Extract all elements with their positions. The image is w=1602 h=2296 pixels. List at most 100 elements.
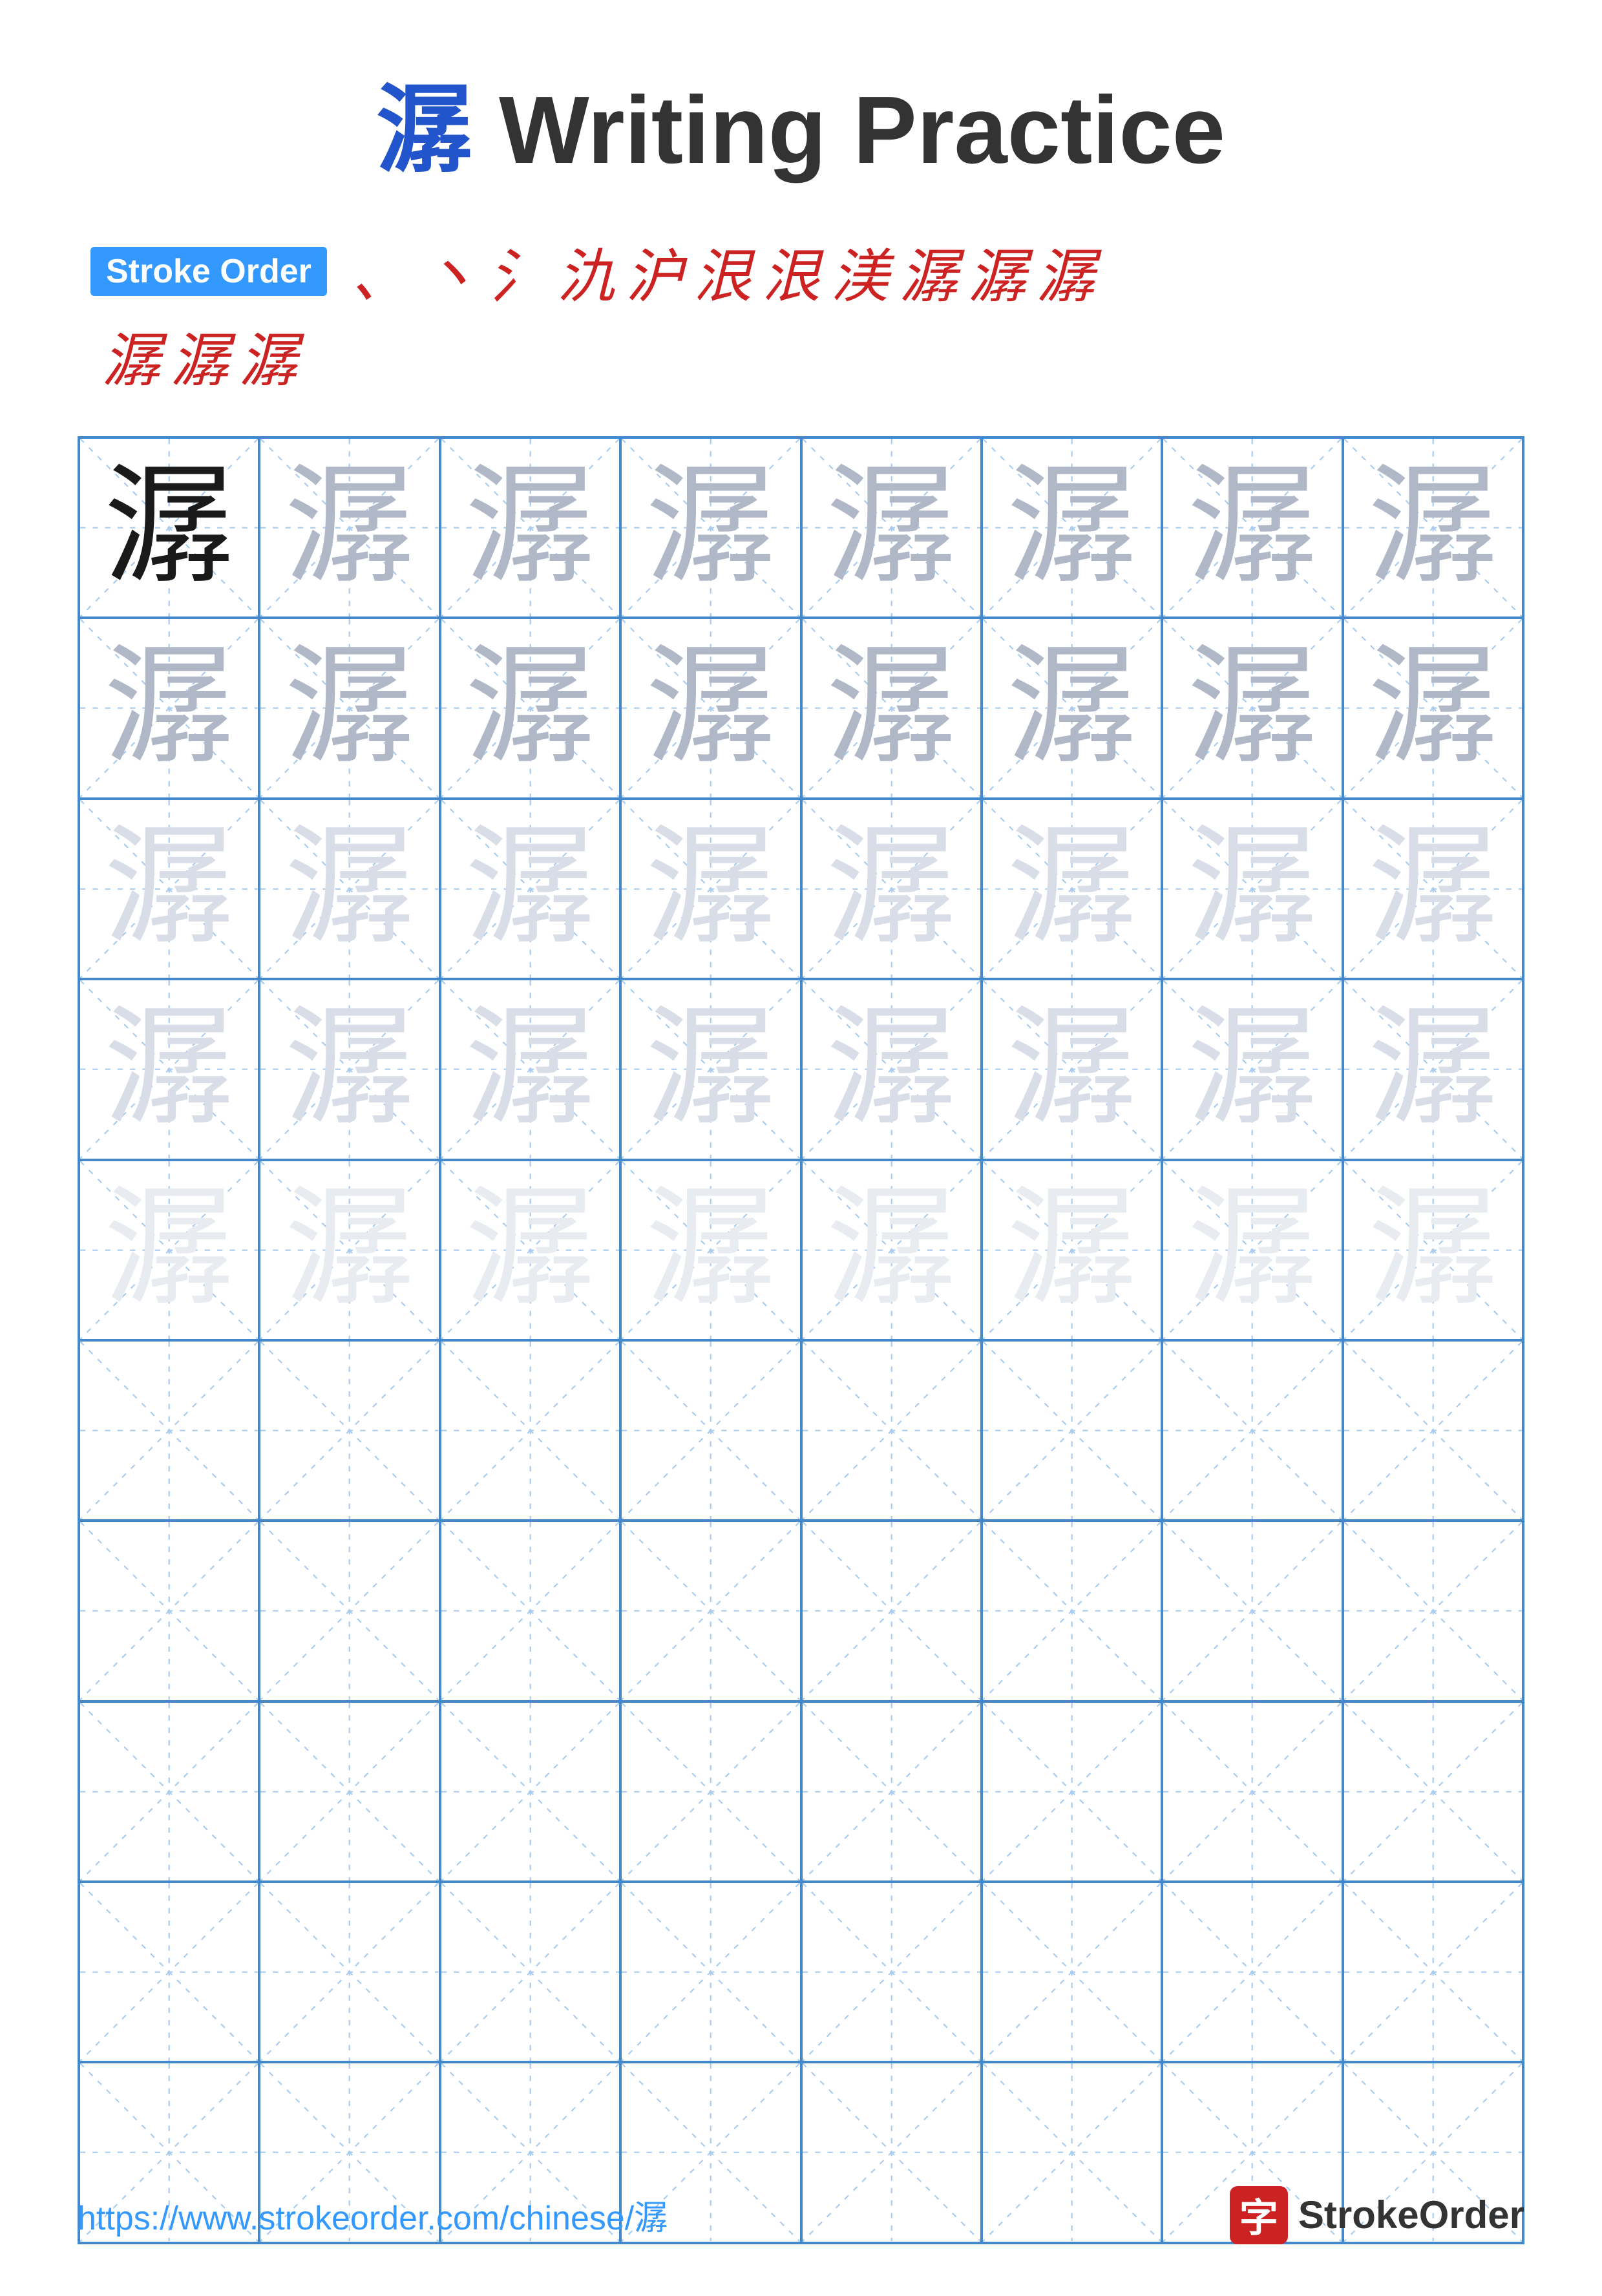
grid-cell[interactable]: 潺: [1162, 1160, 1342, 1340]
grid-row-8: [79, 1701, 1523, 1882]
stroke-char-3: 氵: [489, 229, 547, 313]
stroke-order-row2: 潺 潺 潺: [90, 313, 1524, 397]
empty-grid-cell[interactable]: [79, 1882, 259, 2062]
grid-cell[interactable]: 潺: [801, 979, 982, 1159]
practice-char: 潺: [1007, 1005, 1137, 1134]
empty-grid-cell[interactable]: [440, 1340, 620, 1521]
title-chinese-char: 潺: [377, 78, 472, 184]
empty-grid-cell[interactable]: [79, 1701, 259, 1882]
grid-cell[interactable]: 潺: [440, 799, 620, 979]
practice-char: 潺: [827, 1005, 956, 1134]
grid-cell[interactable]: 潺: [1162, 799, 1342, 979]
practice-char: 潺: [285, 644, 414, 773]
empty-grid-cell[interactable]: [1162, 1882, 1342, 2062]
grid-cell[interactable]: 潺: [801, 799, 982, 979]
practice-char: 潺: [646, 1185, 775, 1314]
grid-cell[interactable]: 潺: [79, 618, 259, 798]
empty-grid-cell[interactable]: [259, 1701, 439, 1882]
grid-cell[interactable]: 潺: [801, 1160, 982, 1340]
empty-grid-cell[interactable]: [440, 1521, 620, 1701]
grid-cell[interactable]: 潺: [1343, 799, 1523, 979]
practice-char: 潺: [1368, 1185, 1497, 1314]
grid-cell[interactable]: 潺: [79, 437, 259, 618]
grid-cell[interactable]: 潺: [1343, 979, 1523, 1159]
grid-cell[interactable]: 潺: [982, 979, 1162, 1159]
empty-grid-cell[interactable]: [1343, 1340, 1523, 1521]
empty-grid-cell[interactable]: [1343, 1882, 1523, 2062]
grid-cell[interactable]: 潺: [1162, 437, 1342, 618]
empty-grid-cell[interactable]: [79, 1340, 259, 1521]
empty-grid-cell[interactable]: [620, 1521, 801, 1701]
grid-cell[interactable]: 潺: [440, 979, 620, 1159]
practice-char: 潺: [105, 644, 234, 773]
grid-cell[interactable]: 潺: [79, 979, 259, 1159]
stroke-char-13: 潺: [171, 313, 229, 397]
grid-cell[interactable]: 潺: [982, 618, 1162, 798]
grid-cell[interactable]: 潺: [801, 618, 982, 798]
grid-cell[interactable]: 潺: [1343, 437, 1523, 618]
grid-cell[interactable]: 潺: [801, 437, 982, 618]
grid-cell[interactable]: 潺: [620, 979, 801, 1159]
practice-char: 潺: [1188, 1185, 1317, 1314]
grid-cell[interactable]: 潺: [1162, 979, 1342, 1159]
empty-grid-cell[interactable]: [440, 1701, 620, 1882]
empty-grid-cell[interactable]: [1343, 1521, 1523, 1701]
grid-cell[interactable]: 潺: [440, 437, 620, 618]
empty-grid-cell[interactable]: [620, 1701, 801, 1882]
grid-cell[interactable]: 潺: [620, 437, 801, 618]
empty-grid-cell[interactable]: [801, 1340, 982, 1521]
grid-cell[interactable]: 潺: [1162, 618, 1342, 798]
empty-grid-cell[interactable]: [620, 1340, 801, 1521]
stroke-char-8: 渼: [831, 229, 889, 313]
empty-grid-cell[interactable]: [259, 1521, 439, 1701]
grid-cell[interactable]: 潺: [982, 437, 1162, 618]
grid-cell[interactable]: 潺: [1343, 618, 1523, 798]
grid-cell[interactable]: 潺: [259, 437, 439, 618]
grid-cell[interactable]: 潺: [79, 1160, 259, 1340]
grid-cell[interactable]: 潺: [620, 1160, 801, 1340]
empty-grid-cell[interactable]: [620, 1882, 801, 2062]
practice-char: 潺: [465, 644, 595, 773]
grid-row-7: [79, 1521, 1523, 1701]
practice-char: 潺: [105, 463, 234, 593]
empty-grid-cell[interactable]: [982, 1521, 1162, 1701]
grid-row-6: [79, 1340, 1523, 1521]
empty-grid-cell[interactable]: [982, 1701, 1162, 1882]
empty-grid-cell[interactable]: [801, 1521, 982, 1701]
empty-grid-cell[interactable]: [440, 1882, 620, 2062]
stroke-char-10: 潺: [968, 229, 1026, 313]
grid-cell[interactable]: 潺: [79, 799, 259, 979]
footer: https://www.strokeorder.com/chinese/潺 字 …: [78, 2186, 1524, 2244]
grid-cell[interactable]: 潺: [982, 799, 1162, 979]
practice-char: 潺: [827, 1185, 956, 1314]
practice-char: 潺: [1188, 824, 1317, 953]
practice-char: 潺: [285, 463, 414, 593]
grid-cell[interactable]: 潺: [1343, 1160, 1523, 1340]
grid-cell[interactable]: 潺: [259, 799, 439, 979]
empty-grid-cell[interactable]: [259, 1340, 439, 1521]
grid-cell[interactable]: 潺: [982, 1160, 1162, 1340]
empty-grid-cell[interactable]: [982, 1340, 1162, 1521]
empty-grid-cell[interactable]: [1162, 1340, 1342, 1521]
grid-cell[interactable]: 潺: [259, 618, 439, 798]
empty-grid-cell[interactable]: [1162, 1701, 1342, 1882]
empty-grid-cell[interactable]: [1343, 1701, 1523, 1882]
empty-grid-cell[interactable]: [801, 1882, 982, 2062]
empty-grid-cell[interactable]: [982, 1882, 1162, 2062]
empty-grid-cell[interactable]: [79, 1521, 259, 1701]
practice-char: 潺: [1188, 644, 1317, 773]
empty-grid-cell[interactable]: [1162, 1521, 1342, 1701]
logo-text: StrokeOrder: [1298, 2193, 1524, 2237]
stroke-chars-row1: 、 丶 氵 氿 沪 泿 泿 渼 潺 潺 潺: [346, 229, 1100, 313]
empty-grid-cell[interactable]: [259, 1882, 439, 2062]
grid-cell[interactable]: 潺: [440, 618, 620, 798]
grid-cell[interactable]: 潺: [259, 979, 439, 1159]
grid-cell[interactable]: 潺: [620, 618, 801, 798]
grid-cell[interactable]: 潺: [620, 799, 801, 979]
practice-char: 潺: [285, 1185, 414, 1314]
practice-char: 潺: [827, 644, 956, 773]
grid-cell[interactable]: 潺: [440, 1160, 620, 1340]
empty-grid-cell[interactable]: [801, 1701, 982, 1882]
grid-cell[interactable]: 潺: [259, 1160, 439, 1340]
footer-url[interactable]: https://www.strokeorder.com/chinese/潺: [78, 2191, 668, 2239]
